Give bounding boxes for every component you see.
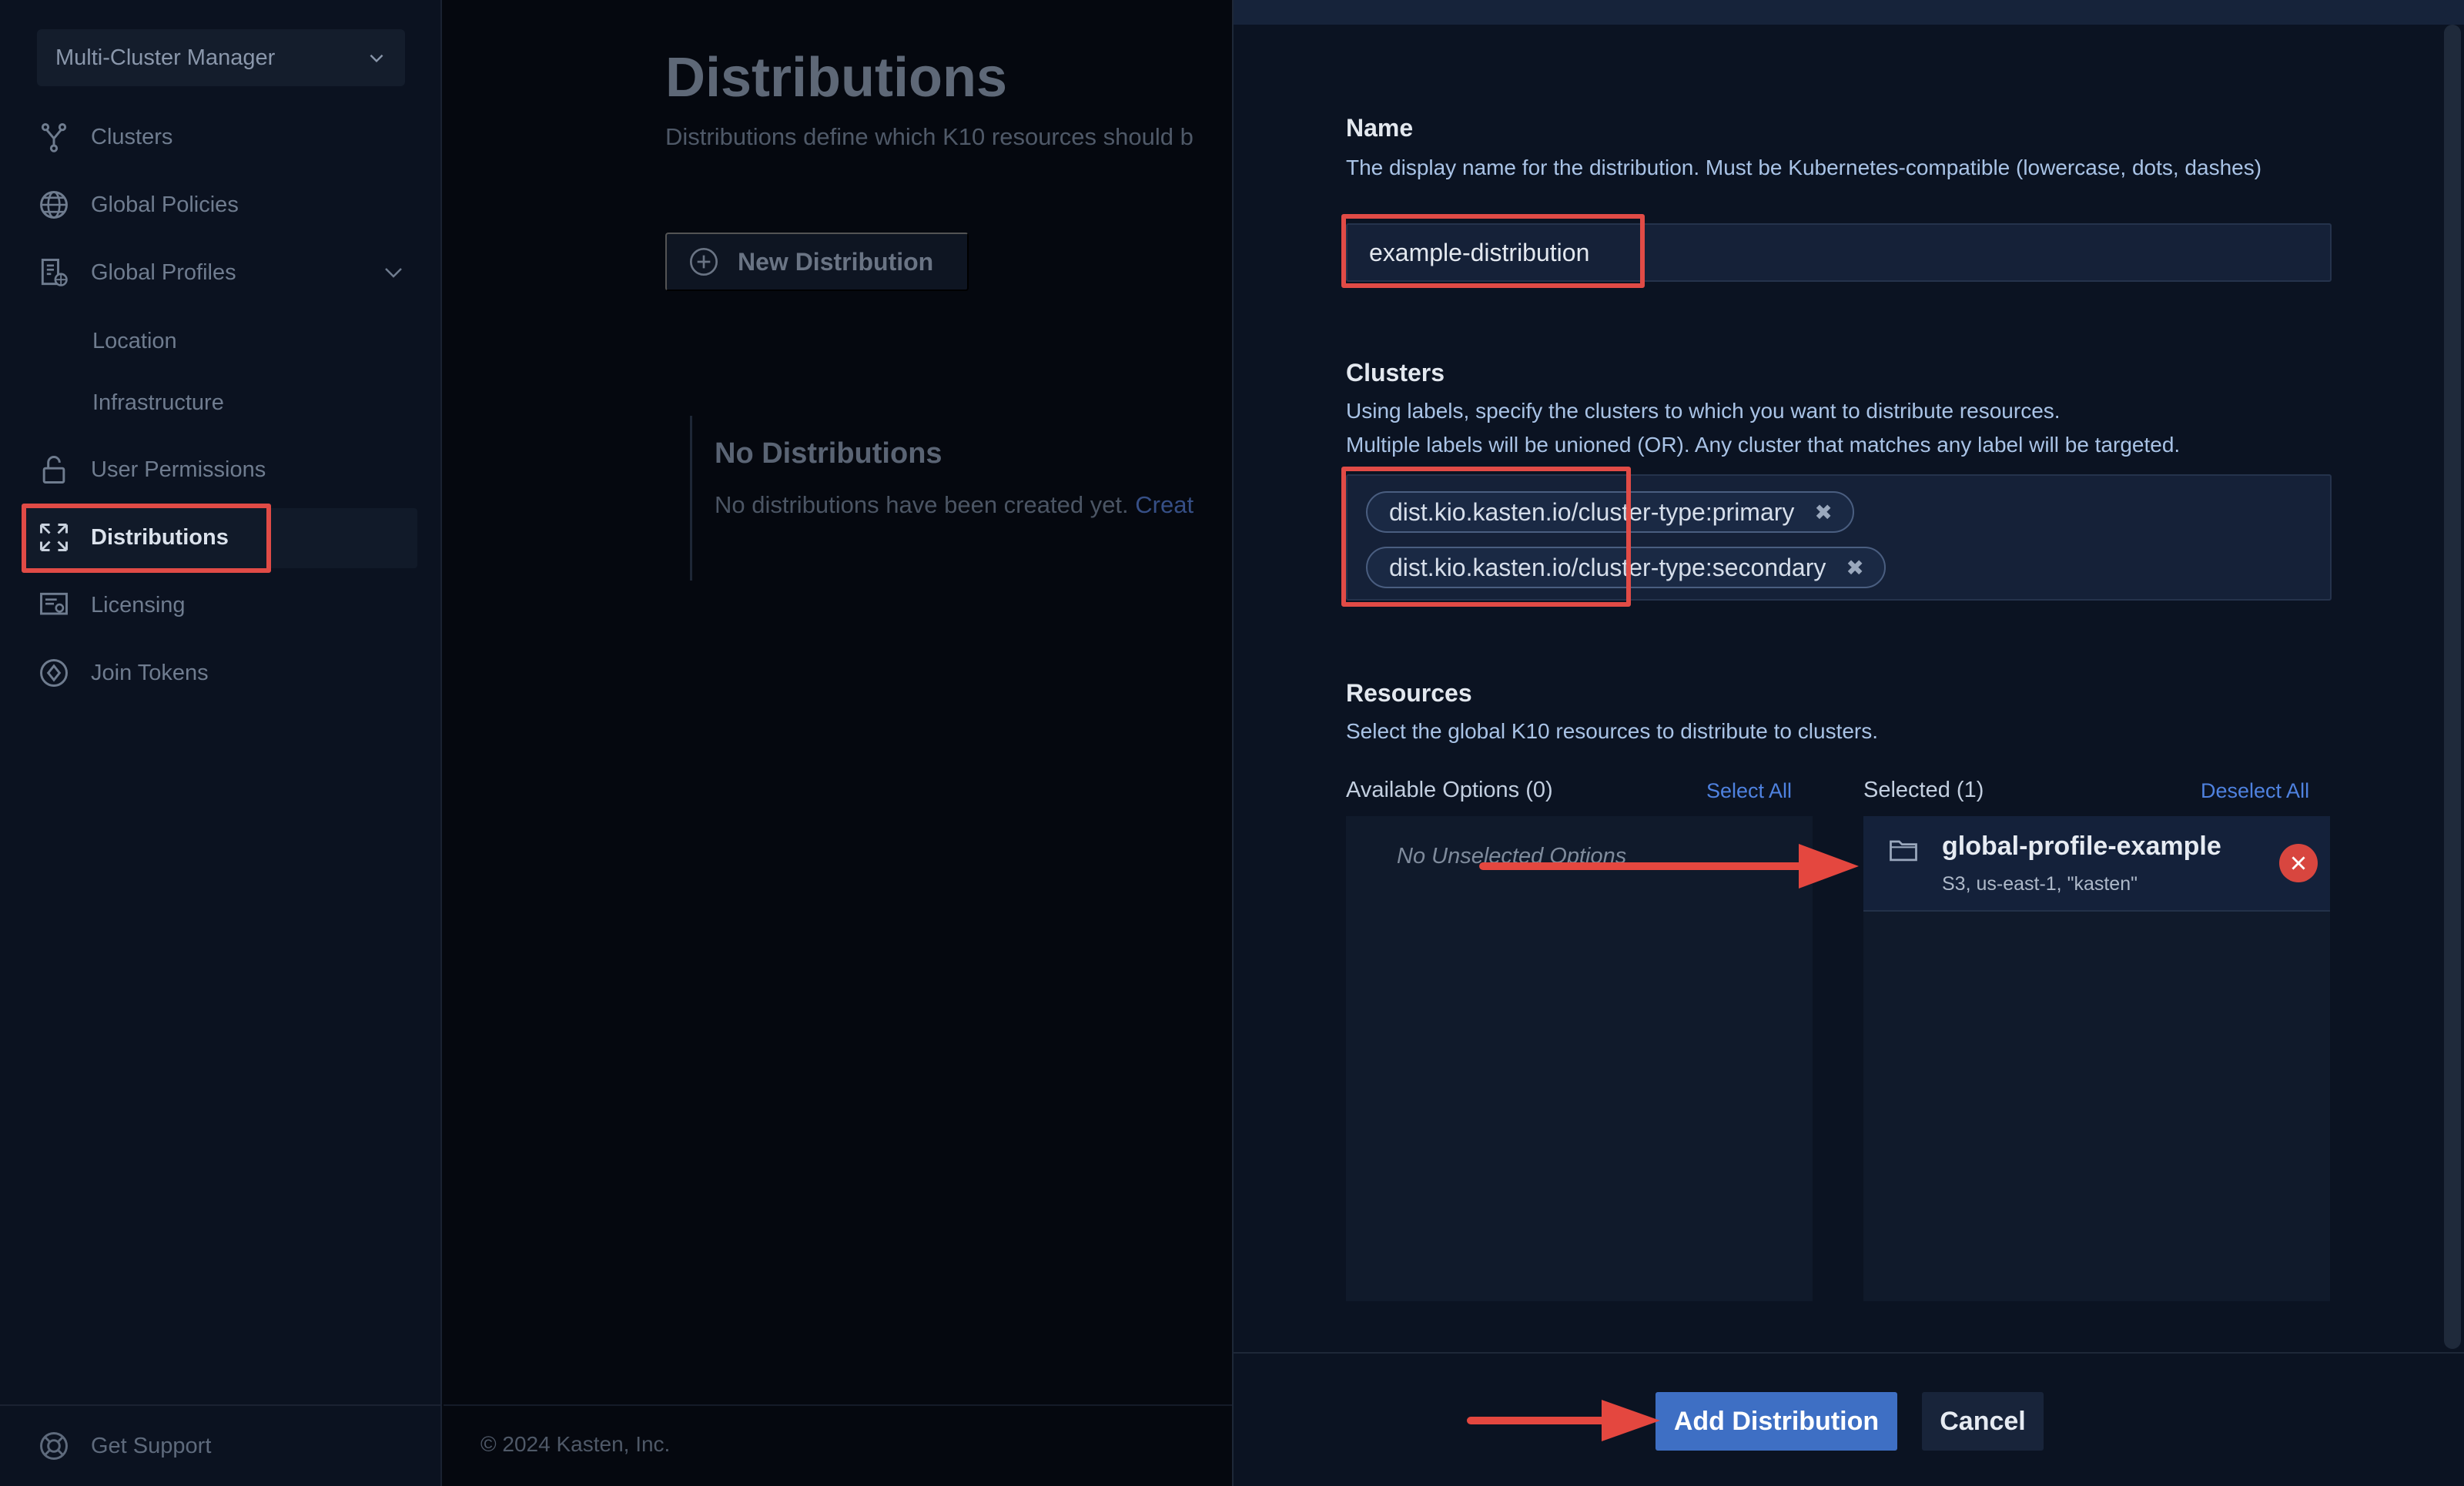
selected-options-header: Selected (1): [1863, 778, 1984, 802]
remove-tag-icon[interactable]: ✖: [1814, 500, 1832, 525]
sidebar-item-clusters[interactable]: Clusters: [37, 114, 172, 160]
sidebar-subitem-label: Location: [92, 328, 177, 353]
lifebuoy-icon: [40, 1432, 68, 1460]
profiles-icon: [41, 259, 68, 286]
clusters-help-line1: Using labels, specify the clusters to wh…: [1346, 399, 2061, 423]
app-root: Multi-Cluster Manager Clusters Global Po…: [0, 0, 2464, 1486]
name-label: Name: [1346, 114, 1414, 142]
close-icon: [2292, 856, 2305, 870]
sidebar-item-label: Distributions: [91, 524, 229, 550]
selected-options-list: global-profile-example S3, us-east-1, "k…: [1863, 816, 2330, 1301]
folder-icon: [1890, 840, 1917, 862]
cluster-label-tag: dist.kio.kasten.io/cluster-type:primary …: [1366, 491, 1854, 533]
new-distribution-button[interactable]: New Distribution: [665, 233, 969, 291]
sidebar-item-label: User Permissions: [91, 457, 266, 482]
copyright-text: © 2024 Kasten, Inc.: [480, 1432, 671, 1456]
lock-icon: [42, 456, 65, 484]
select-all-link[interactable]: Select All: [1706, 779, 1792, 803]
empty-state-title: No Distributions: [715, 437, 942, 470]
empty-state-text: No distributions have been created yet. …: [715, 491, 1232, 519]
cancel-button[interactable]: Cancel: [1922, 1392, 2044, 1451]
resources-help-text: Select the global K10 resources to distr…: [1346, 719, 1879, 743]
name-input-value: example-distribution: [1369, 238, 1590, 266]
clusters-help-line2: Multiple labels will be unioned (OR). An…: [1346, 433, 2181, 457]
clusters-label: Clusters: [1346, 359, 1445, 387]
no-options-text: No Unselected Options: [1397, 844, 1627, 869]
remove-tag-icon[interactable]: ✖: [1846, 555, 1863, 581]
page-description: Distributions define which K10 resources…: [665, 123, 1194, 150]
available-options-list: No Unselected Options: [1346, 816, 1813, 1301]
selected-resource-subtitle: S3, us-east-1, "kasten": [1942, 873, 2138, 895]
panel-footer: Add Distribution Cancel: [1234, 1352, 2464, 1486]
selected-resource-title: global-profile-example: [1942, 832, 2221, 861]
sidebar-item-global-policies[interactable]: Global Policies: [37, 182, 239, 228]
deselect-all-link[interactable]: Deselect All: [2201, 779, 2309, 803]
empty-state-message: No distributions have been created yet.: [715, 491, 1129, 518]
new-distribution-label: New Distribution: [738, 247, 934, 276]
get-support-label: Get Support: [91, 1433, 212, 1458]
main-content: Distributions Distributions define which…: [444, 0, 1232, 1486]
get-support-link[interactable]: Get Support: [37, 1424, 211, 1468]
sidebar-subitem-location[interactable]: Location: [92, 322, 177, 360]
token-icon: [40, 659, 68, 687]
cluster-label-text: dist.kio.kasten.io/cluster-type:secondar…: [1389, 553, 1826, 581]
sidebar-item-label: Global Policies: [91, 192, 239, 217]
panel-top-bar: [1234, 0, 2464, 25]
sidebar-item-label: Clusters: [91, 124, 173, 149]
sidebar-item-label: Join Tokens: [91, 660, 209, 685]
cluster-label-tag: dist.kio.kasten.io/cluster-type:secondar…: [1366, 547, 1886, 588]
license-icon: [40, 592, 68, 615]
plus-circle-icon: [690, 248, 718, 276]
name-help-text: The display name for the distribution. M…: [1346, 156, 2262, 179]
sidebar: Multi-Cluster Manager Clusters Global Po…: [0, 0, 442, 1486]
resources-label: Resources: [1346, 679, 1472, 707]
sidebar-item-licensing[interactable]: Licensing: [37, 582, 186, 628]
sidebar-item-join-tokens[interactable]: Join Tokens: [37, 650, 209, 696]
cluster-selector-label: Multi-Cluster Manager: [55, 45, 276, 70]
cluster-labels-input[interactable]: dist.kio.kasten.io/cluster-type:primary …: [1346, 474, 2332, 601]
sidebar-item-user-permissions[interactable]: User Permissions: [37, 447, 266, 493]
page-title: Distributions: [665, 47, 1007, 109]
annotation-arrow-icon: [1467, 1400, 1660, 1441]
remove-resource-button[interactable]: [2279, 844, 2318, 882]
sidebar-item-global-profiles[interactable]: Global Profiles: [37, 249, 405, 296]
sidebar-subitem-label: Infrastructure: [92, 390, 224, 415]
cluster-selector[interactable]: Multi-Cluster Manager: [37, 29, 405, 86]
available-options-header: Available Options (0): [1346, 778, 1553, 802]
cluster-label-text: dist.kio.kasten.io/cluster-type:primary: [1389, 497, 1795, 526]
chevron-down-icon: [370, 54, 383, 63]
sidebar-subitem-infrastructure[interactable]: Infrastructure: [92, 383, 224, 422]
name-input[interactable]: example-distribution: [1346, 223, 2332, 282]
globe-icon: [40, 191, 68, 219]
chevron-down-icon: [385, 268, 402, 278]
panel-scrollbar[interactable]: [2444, 25, 2461, 1349]
sidebar-item-label: Licensing: [91, 592, 186, 617]
add-distribution-button[interactable]: Add Distribution: [1656, 1392, 1897, 1451]
distributions-icon: [40, 524, 68, 551]
sidebar-item-label: Global Profiles: [91, 259, 236, 285]
clusters-icon: [41, 123, 67, 152]
sidebar-item-distributions[interactable]: Distributions: [37, 514, 229, 561]
create-distribution-link[interactable]: Creat: [1135, 491, 1194, 518]
add-distribution-panel: Name The display name for the distributi…: [1232, 0, 2464, 1486]
selected-resource-item[interactable]: global-profile-example S3, us-east-1, "k…: [1863, 816, 2330, 912]
